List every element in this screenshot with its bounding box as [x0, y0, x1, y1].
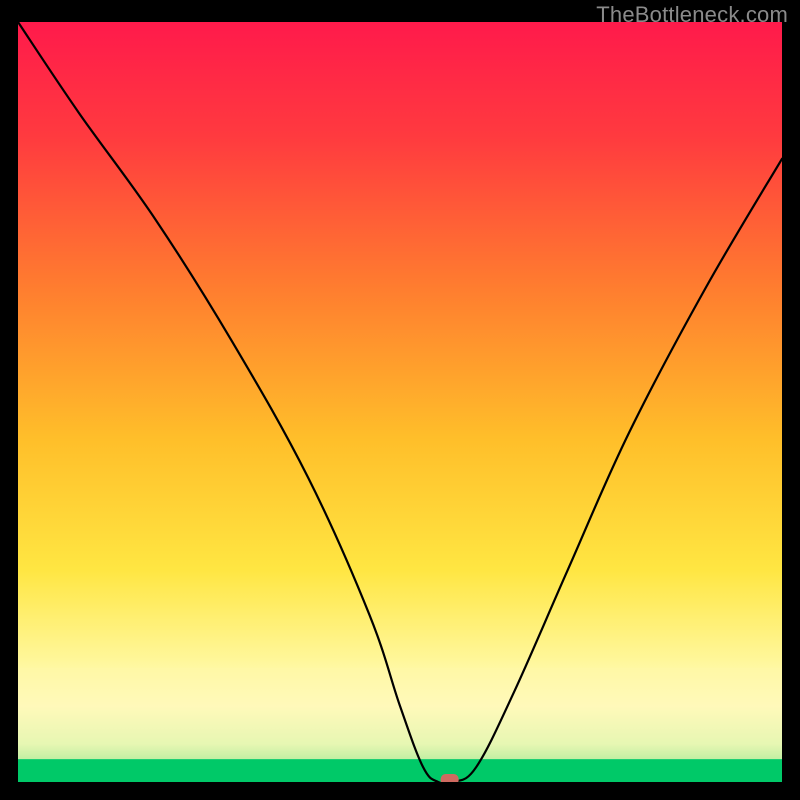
chart-svg [18, 22, 782, 782]
near-optimal-band [18, 668, 782, 759]
chart-frame: TheBottleneck.com [0, 0, 800, 800]
optimal-band [18, 759, 782, 782]
plot-area [18, 22, 782, 782]
optimal-marker [441, 774, 459, 782]
watermark-text: TheBottleneck.com [596, 2, 788, 28]
